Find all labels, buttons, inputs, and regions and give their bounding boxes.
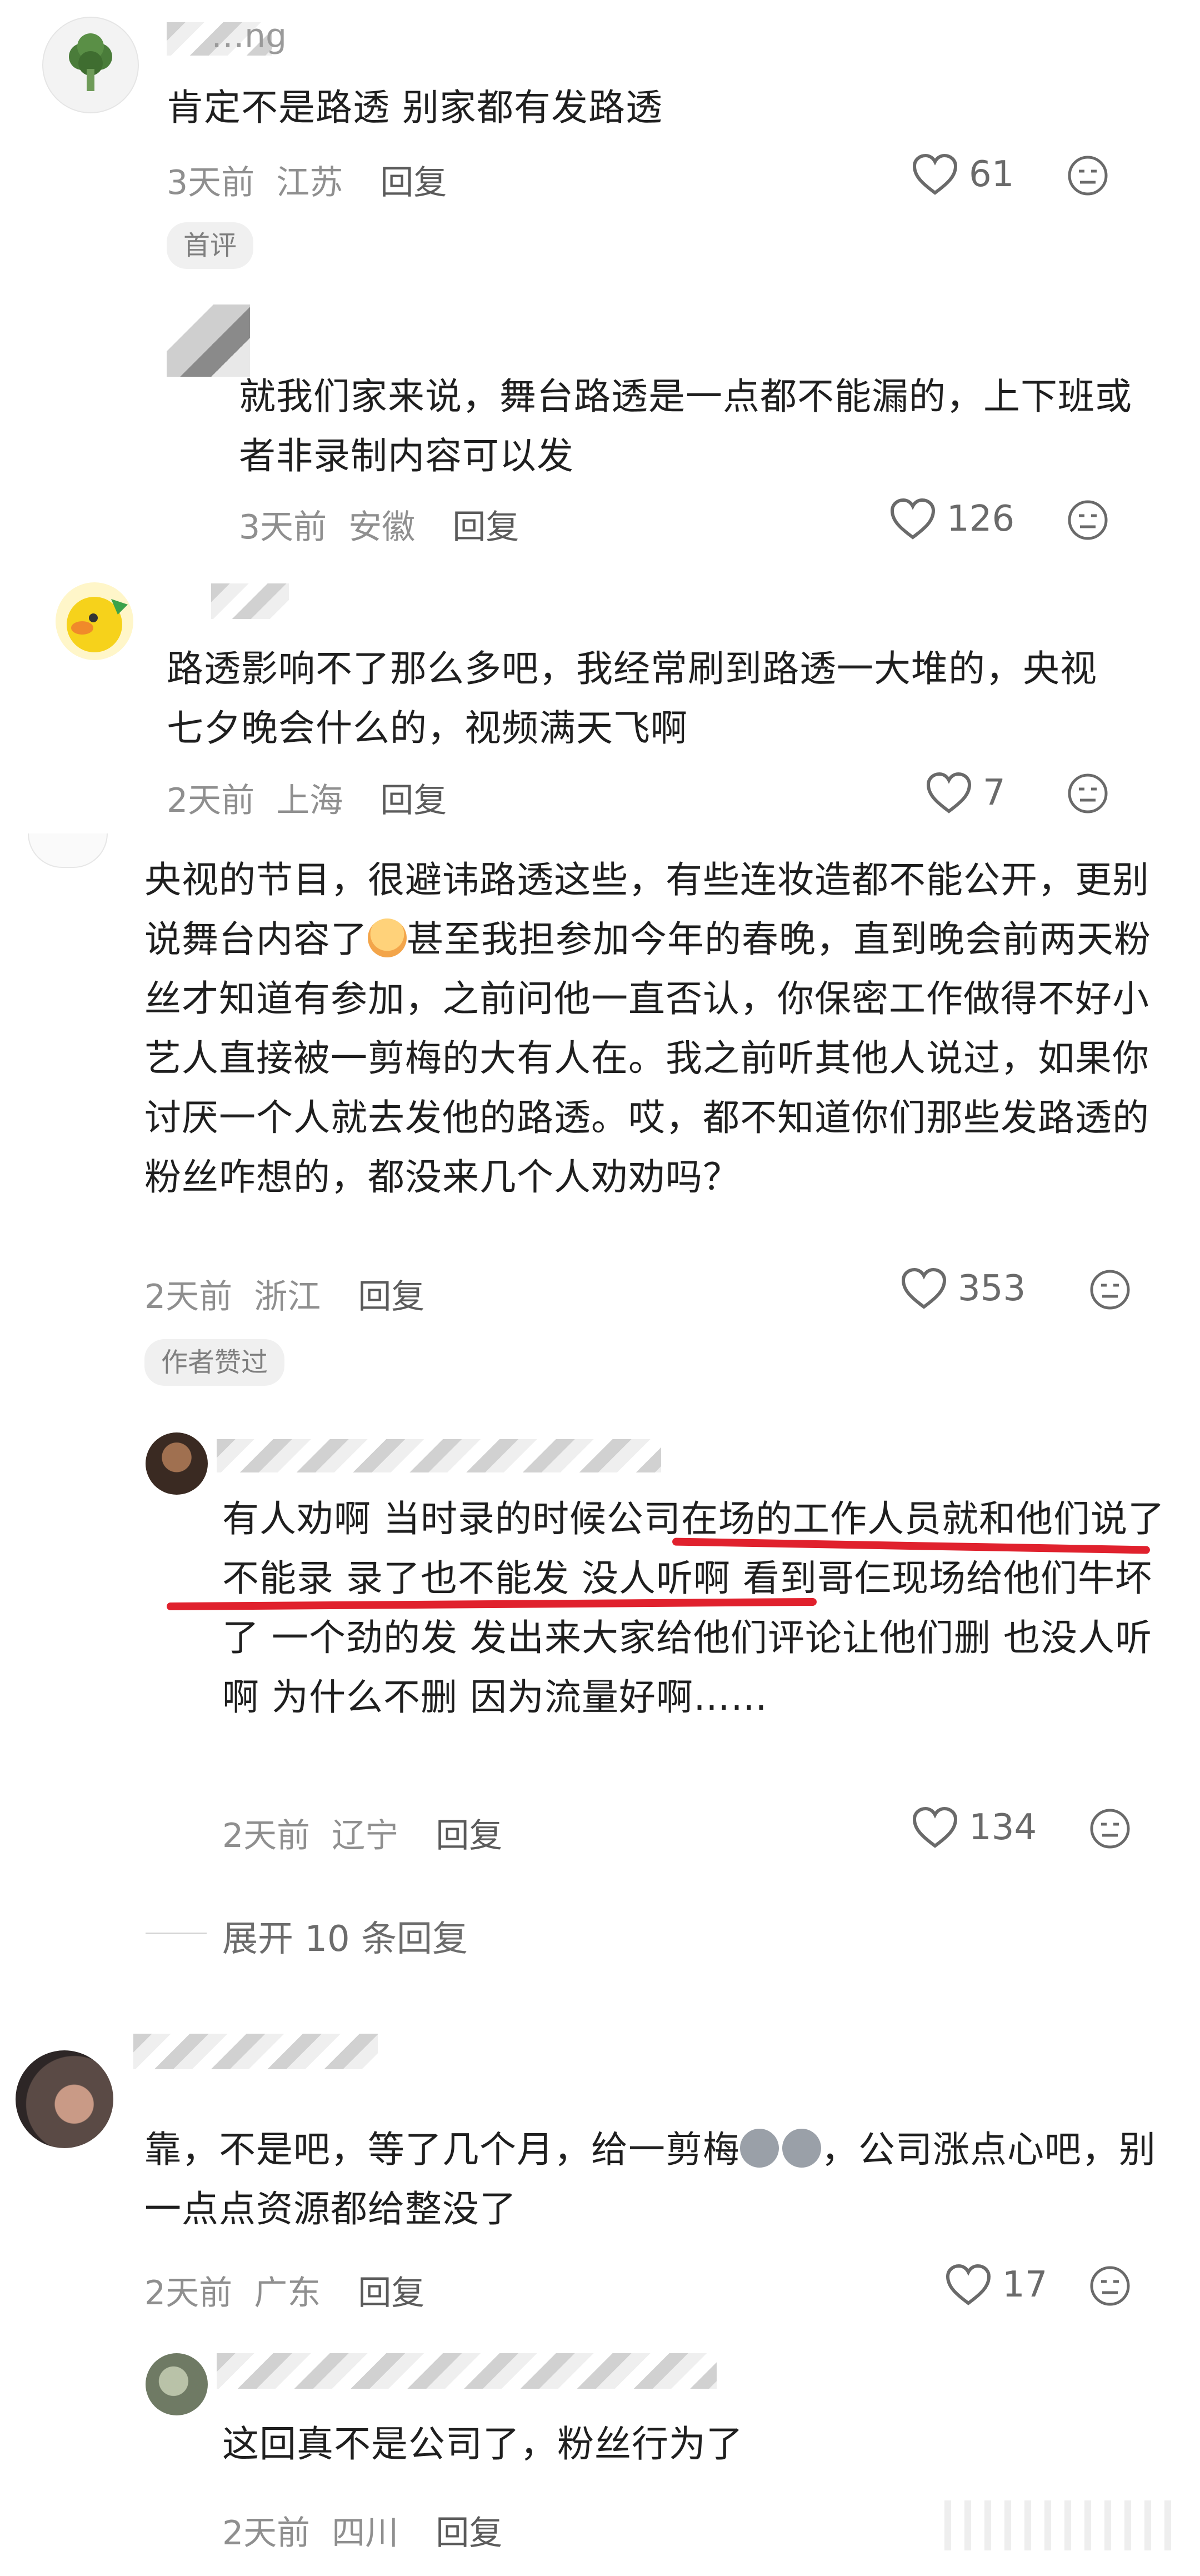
heart-outline-icon (946, 2264, 991, 2305)
comment-location: 上海 (276, 781, 343, 820)
like-count: 7 (983, 772, 1006, 813)
username-blurred[interactable] (211, 583, 289, 619)
like-button[interactable]: 7 (925, 771, 1006, 815)
like-button[interactable]: 61 (911, 153, 1014, 196)
username-blurred[interactable] (217, 2353, 717, 2389)
like-button[interactable]: 126 (889, 497, 1014, 541)
heart-outline-icon (912, 1806, 958, 1848)
username-blurred[interactable] (133, 2034, 378, 2069)
reply-button[interactable]: 回复 (380, 163, 447, 202)
reply-time: 3天前 (239, 508, 327, 547)
avatar[interactable] (16, 2050, 113, 2148)
like-count: 17 (1002, 2264, 1048, 2305)
reply-avatar[interactable] (146, 1432, 208, 1495)
comment-text: 路透影响不了那么多吧，我经常刷到路透一大堆的，央视七夕晚会什么的，视频满天飞啊 (167, 647, 1097, 750)
reply-meta: 2天前 辽宁 回复 (222, 1809, 529, 1857)
reply-location: 四川 (332, 2514, 399, 2553)
like-button[interactable]: 17 (944, 2263, 1047, 2307)
username-blurred[interactable] (217, 1439, 661, 1472)
comment-meta: 3天前 江苏 回复 (167, 156, 473, 204)
comment-text: 央视的节目，很避讳路透这些，有些连妆造都不能公开，更别说舞台内容了 甚至我担参加今… (144, 850, 1161, 1207)
like-count: 353 (958, 1268, 1026, 1309)
watermark-blur (944, 2500, 1178, 2550)
heart-outline-icon (901, 1267, 947, 1309)
comment-meta: 2天前 浙江 回复 (144, 1270, 451, 1318)
pigeon-emoji-icon (740, 2129, 779, 2168)
reply-button[interactable]: 回复 (436, 1816, 502, 1855)
comment-location: 江苏 (276, 163, 343, 202)
like-count: 134 (969, 1807, 1037, 1848)
comment-meta: 2天前 广东 回复 (144, 2266, 451, 2314)
reply-avatar[interactable] (167, 304, 250, 377)
comment-location: 广东 (254, 2274, 321, 2313)
like-count: 126 (947, 498, 1015, 540)
username[interactable]: …ng (211, 17, 287, 56)
first-comment-badge: 首评 (167, 222, 254, 269)
reply-button[interactable]: 回复 (452, 508, 519, 547)
like-button[interactable]: 134 (911, 1806, 1037, 1849)
dislike-face-icon[interactable] (1067, 154, 1109, 197)
reply-meta: 3天前 安徽 回复 (239, 500, 546, 548)
comment-time: 2天前 (167, 781, 255, 820)
avatar[interactable] (42, 17, 139, 113)
reply-location: 安徽 (348, 508, 416, 547)
dislike-face-icon[interactable] (1089, 1269, 1131, 1311)
dislike-face-icon[interactable] (1089, 1808, 1131, 1850)
comment-text: 靠，不是吧，等了几个月，给一剪梅 ，公司涨点心吧，别一点点资源都给整没了 (144, 2120, 1161, 2239)
dislike-face-icon[interactable] (1089, 2265, 1131, 2307)
reply-button[interactable]: 回复 (436, 2514, 502, 2553)
broccoli-icon (69, 33, 112, 91)
avatar[interactable] (56, 582, 133, 660)
reply-text: 就我们家来说，舞台路透是一点都不能漏的，上下班或者非录制内容可以发 (239, 375, 1132, 477)
comment-time: 2天前 (144, 1277, 233, 1316)
yellow-duck-avatar (67, 597, 128, 652)
comment-location: 浙江 (254, 1277, 321, 1316)
comment-text: 肯定不是路透 别家都有发路透 (167, 86, 663, 129)
reply-button[interactable]: 回复 (358, 2274, 424, 2313)
like-button[interactable]: 353 (900, 1267, 1026, 1310)
expand-replies-button[interactable]: 展开 10 条回复 (222, 1910, 468, 1961)
like-count: 61 (969, 154, 1014, 195)
dislike-face-icon[interactable] (1067, 772, 1109, 815)
reply-text: 这回真不是公司了，粉丝行为了 (222, 2423, 743, 2465)
reply-button[interactable]: 回复 (358, 1277, 424, 1316)
expand-divider (146, 1933, 207, 1934)
author-liked-badge: 作者赞过 (144, 1339, 285, 1386)
crying-emoji-icon (368, 918, 407, 957)
heart-outline-icon (926, 772, 972, 813)
reply-time: 2天前 (222, 2514, 311, 2553)
comment-meta: 2天前 上海 回复 (167, 773, 473, 822)
comment-time: 2天前 (144, 2274, 233, 2313)
pigeon-emoji-icon (782, 2129, 821, 2168)
dislike-face-icon[interactable] (1067, 499, 1109, 541)
reply-location: 辽宁 (332, 1816, 399, 1855)
avatar[interactable] (28, 833, 108, 868)
reply-avatar[interactable] (146, 2353, 208, 2415)
reply-meta: 2天前 四川 回复 (222, 2506, 529, 2554)
reply-time: 2天前 (222, 1816, 311, 1855)
comment-text-part1: 靠，不是吧，等了几个月，给一剪梅 (144, 2128, 740, 2171)
reply-button[interactable]: 回复 (380, 781, 447, 820)
heart-outline-icon (890, 498, 936, 540)
comment-time: 3天前 (167, 163, 255, 202)
heart-outline-icon (912, 153, 958, 195)
